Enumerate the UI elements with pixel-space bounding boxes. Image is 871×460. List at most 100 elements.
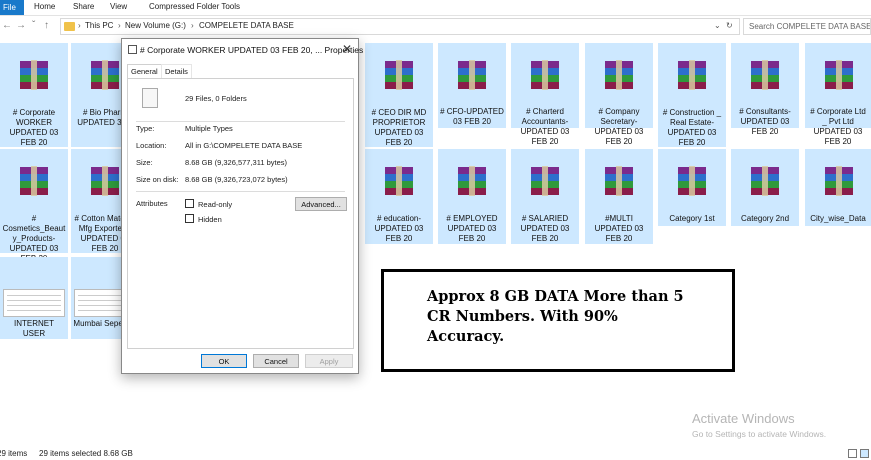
tab-general[interactable]: General (127, 64, 162, 78)
attributes-label: Attributes (136, 199, 168, 208)
winrar-archive-icon (531, 60, 559, 90)
file-name: # Company Secretary-UPDATED 03 FEB 20 (594, 107, 644, 146)
breadcrumb-this-pc[interactable]: This PC (85, 21, 113, 30)
file-item[interactable]: # Construction _ Real Estate-UPDATED 03 … (658, 43, 726, 147)
tab-file[interactable]: File (0, 0, 24, 15)
address-row: ← → ˇ ↑ › This PC › New Volume (G:) › CO… (0, 17, 871, 37)
winrar-archive-icon (751, 60, 779, 90)
properties-dialog: # Corporate WORKER UPDATED 03 FEB 20, ..… (121, 38, 363, 374)
summary-text: 29 Files, 0 Folders (185, 94, 247, 103)
winrar-archive-icon (91, 166, 119, 196)
file-item[interactable]: Category 1st (658, 149, 726, 226)
file-item[interactable]: INTERNET USER (0, 257, 68, 339)
tab-home[interactable]: Home (34, 2, 55, 11)
prop-value-type: Multiple Types (185, 124, 233, 133)
prop-value-size: 8.68 GB (9,326,577,311 bytes) (185, 158, 288, 167)
activate-windows-watermark: Activate Windows (692, 411, 795, 426)
tab-compressed-folder-tools[interactable]: Compressed Folder Tools (149, 2, 240, 11)
history-chevron-icon[interactable]: ⌄ (714, 21, 721, 30)
tab-view[interactable]: View (110, 2, 127, 11)
file-item[interactable]: # education-UPDATED 03 FEB 20 (365, 149, 433, 244)
apply-button[interactable]: Apply (305, 354, 353, 368)
status-item-count: 29 items (0, 449, 28, 458)
winrar-archive-icon (825, 166, 853, 196)
file-item[interactable]: # Corporate WORKER UPDATED 03 FEB 20 (0, 43, 68, 147)
winrar-archive-icon (20, 166, 48, 196)
file-name: # CFO-UPDATED 03 FEB 20 (440, 107, 504, 126)
hidden-checkbox[interactable] (185, 214, 194, 223)
file-item[interactable]: # Company Secretary-UPDATED 03 FEB 20 (585, 43, 653, 146)
prop-key-location: Location: (136, 141, 167, 150)
large-icons-view-icon[interactable] (860, 449, 869, 458)
chevron-right-icon: › (78, 21, 81, 30)
file-name: # Corporate WORKER UPDATED 03 FEB 20 (9, 108, 59, 147)
chevron-right-icon: › (118, 21, 121, 30)
folder-icon (64, 22, 75, 31)
status-bar: 29 items 29 items selected 8.68 GB (0, 449, 871, 460)
file-item[interactable]: Category 2nd (731, 149, 799, 226)
tab-share[interactable]: Share (73, 2, 94, 11)
readonly-checkbox[interactable] (185, 199, 194, 208)
file-item[interactable]: # SALARIED UPDATED 03 FEB 20 (511, 149, 579, 244)
file-name: # Construction _ Real Estate-UPDATED 03 … (662, 108, 722, 147)
winrar-archive-icon (678, 60, 706, 90)
explorer-window: File Home Share View Compressed Folder T… (0, 0, 871, 460)
forward-arrow-icon[interactable]: → (16, 20, 26, 31)
ribbon: File Home Share View Compressed Folder T… (0, 0, 871, 16)
file-item[interactable]: # Cosmetics_Beauty_Products-UPDATED 03 F… (0, 149, 68, 263)
file-item[interactable]: # CEO DIR MD PROPRIETOR UPDATED 03 FEB 2… (365, 43, 433, 147)
hidden-label: Hidden (198, 215, 222, 224)
winrar-archive-icon (385, 60, 413, 90)
file-item[interactable]: # Charterd Accountants-UPDATED 03 FEB 20 (511, 43, 579, 146)
file-name: Category 2nd (740, 214, 790, 223)
activate-windows-hint: Go to Settings to activate Windows. (692, 429, 827, 439)
address-bar[interactable]: › This PC › New Volume (G:) › COMPELETE … (60, 18, 740, 35)
file-name: # education-UPDATED 03 FEB 20 (374, 214, 424, 243)
breadcrumb-database[interactable]: COMPELETE DATA BASE (199, 21, 294, 30)
file-name: City_wise_Data (810, 214, 866, 223)
close-icon[interactable]: ✕ (342, 42, 352, 56)
prop-value-location: All in G:\COMPELETE DATA BASE (185, 141, 303, 150)
prop-key-type: Type: (136, 124, 155, 133)
file-item[interactable]: # EMPLOYED UPDATED 03 FEB 20 (438, 149, 506, 244)
file-item[interactable]: City_wise_Data (805, 149, 871, 226)
file-name: # Consultants-UPDATED 03 FEB 20 (739, 107, 791, 136)
spreadsheet-thumbnail-icon (3, 289, 65, 317)
prop-key-size-on-disk: Size on disk: (136, 175, 179, 184)
advanced-button[interactable]: Advanced... (295, 197, 347, 211)
file-item[interactable]: #MULTI UPDATED 03 FEB 20 (585, 149, 653, 244)
file-item[interactable]: # Consultants-UPDATED 03 FEB 20 (731, 43, 799, 136)
search-input[interactable]: Search COMPELETE DATA BASE (743, 18, 871, 35)
cancel-button[interactable]: Cancel (253, 354, 299, 368)
prop-value-size-on-disk: 8.68 GB (9,326,723,072 bytes) (185, 175, 288, 184)
file-name: # Charterd Accountants-UPDATED 03 FEB 20 (520, 107, 570, 146)
winrar-archive-icon (458, 60, 486, 90)
file-name: # SALARIED UPDATED 03 FEB 20 (520, 214, 570, 243)
file-name: # CEO DIR MD PROPRIETOR UPDATED 03 FEB 2… (371, 108, 427, 147)
divider (136, 191, 345, 192)
prop-key-size: Size: (136, 158, 153, 167)
breadcrumb-new-volume[interactable]: New Volume (G:) (125, 21, 186, 30)
divider (136, 121, 345, 122)
file-item[interactable]: # CFO-UPDATED 03 FEB 20 (438, 43, 506, 128)
chevron-down-icon[interactable]: ˇ (32, 20, 35, 31)
general-panel: 29 Files, 0 Folders Type: Multiple Types… (127, 78, 354, 349)
ok-button[interactable]: OK (201, 354, 247, 368)
multiple-files-icon (142, 85, 164, 108)
file-name: # EMPLOYED UPDATED 03 FEB 20 (446, 214, 498, 243)
refresh-icon[interactable]: ↻ (726, 21, 733, 30)
promo-annotation-box: Approx 8 GB DATA More than 5 CR Numbers.… (381, 269, 735, 372)
winrar-archive-icon (385, 166, 413, 196)
readonly-label: Read-only (198, 200, 233, 209)
file-name: #MULTI UPDATED 03 FEB 20 (594, 214, 644, 243)
winrar-archive-icon (751, 166, 779, 196)
details-view-icon[interactable] (848, 449, 857, 458)
file-item[interactable]: # Corporate Ltd _ Pvt Ltd UPDATED 03 FEB… (805, 43, 871, 146)
winrar-archive-icon (605, 60, 633, 90)
up-arrow-icon[interactable]: ↑ (44, 20, 49, 31)
tab-details[interactable]: Details (161, 64, 192, 78)
winrar-archive-icon (678, 166, 706, 196)
winrar-archive-icon (91, 60, 119, 90)
dialog-title-text: # Corporate WORKER UPDATED 03 FEB 20, ..… (140, 45, 364, 55)
back-arrow-icon[interactable]: ← (2, 20, 12, 31)
